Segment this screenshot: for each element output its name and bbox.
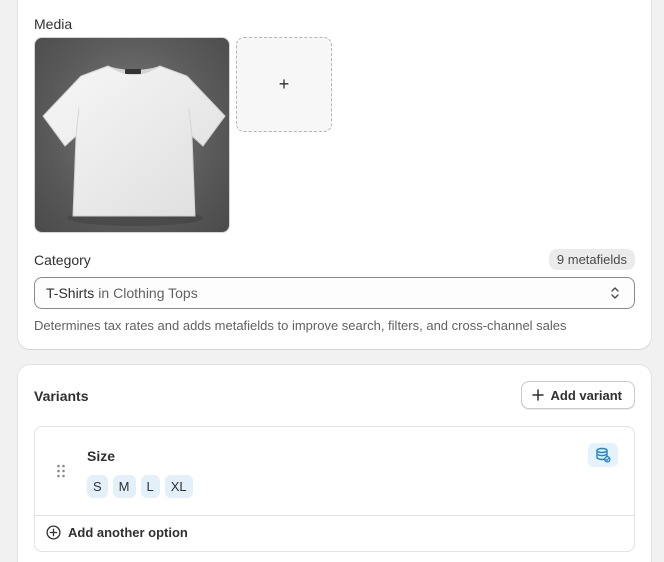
product-media-card: Media + Category 9 metafields T-Shirts i… — [18, 0, 651, 349]
option-metafield-button[interactable] — [588, 443, 618, 467]
drag-handle-icon[interactable] — [55, 463, 67, 479]
tshirt-image — [42, 65, 226, 226]
variants-card: Variants Add variant Size S M L XL Add a… — [18, 365, 651, 562]
category-help-text: Determines tax rates and adds metafields… — [34, 318, 567, 333]
option-value-chip[interactable]: S — [87, 475, 108, 498]
option-value-chip[interactable]: XL — [164, 475, 193, 498]
option-name[interactable]: Size — [87, 448, 115, 464]
media-label: Media — [34, 16, 73, 32]
add-variant-label: Add variant — [550, 387, 622, 403]
plus-circle-icon — [46, 525, 61, 540]
category-selected-sep: in — [98, 285, 110, 301]
plus-icon — [532, 389, 545, 401]
variant-option-box: Size S M L XL Add another option — [34, 426, 635, 552]
category-selected-sub: Clothing Tops — [113, 285, 198, 301]
add-media-button[interactable]: + — [236, 37, 332, 132]
metafields-badge[interactable]: 9 metafields — [548, 249, 635, 270]
add-option-label: Add another option — [68, 525, 188, 540]
category-label: Category — [34, 252, 91, 268]
divider — [35, 515, 634, 516]
variants-title: Variants — [34, 388, 89, 404]
chevron-up-down-icon — [611, 287, 619, 299]
option-value-chip[interactable]: L — [140, 475, 160, 498]
category-selected-main: T-Shirts — [46, 285, 95, 301]
database-icon — [596, 447, 611, 463]
category-select[interactable]: T-Shirts in Clothing Tops — [34, 277, 635, 309]
option-value-chip[interactable]: M — [112, 475, 136, 498]
media-thumbnail-tshirt[interactable] — [34, 37, 230, 233]
add-another-option-button[interactable]: Add another option — [46, 525, 188, 540]
option-values: S M L XL — [87, 475, 193, 498]
plus-icon: + — [278, 74, 290, 94]
add-variant-button[interactable]: Add variant — [521, 381, 635, 409]
